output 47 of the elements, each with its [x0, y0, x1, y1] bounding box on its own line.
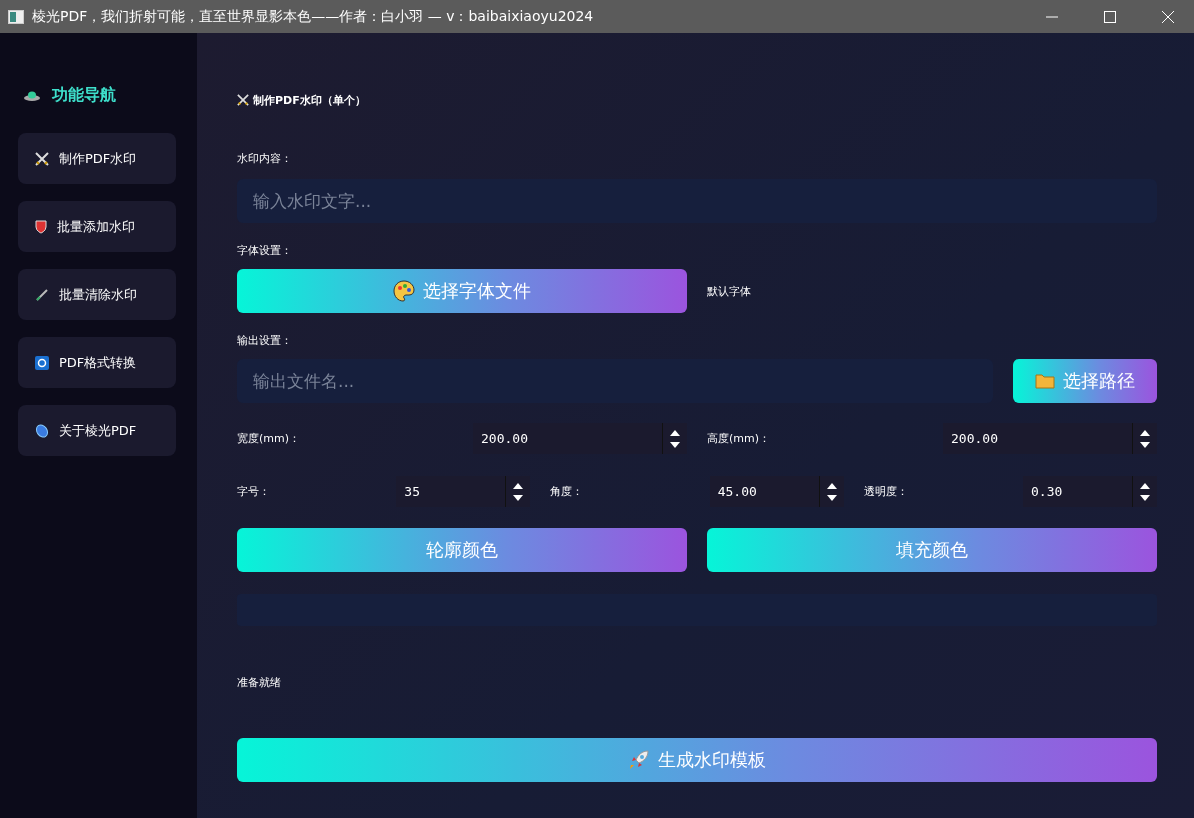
- nav-button[interactable]: 批量清除水印: [18, 269, 176, 320]
- palette-icon: [393, 280, 415, 302]
- choose-path-button[interactable]: 选择路径: [1013, 359, 1157, 403]
- wand-icon: [35, 287, 49, 302]
- spin-label: 角度：: [550, 484, 584, 499]
- folder-icon: [1035, 373, 1055, 389]
- down-arrow-icon[interactable]: [670, 441, 680, 448]
- field-label: 水印内容：: [237, 151, 293, 167]
- shield-icon: [35, 219, 47, 234]
- up-arrow-icon[interactable]: [513, 482, 524, 489]
- number-spinbox[interactable]: 200.00: [943, 423, 1157, 454]
- ufo-icon: [24, 89, 40, 102]
- crossed-swords-icon: [35, 151, 49, 166]
- close-icon[interactable]: [1162, 10, 1174, 23]
- down-arrow-icon[interactable]: [1140, 494, 1150, 501]
- rocket-icon: [628, 749, 650, 771]
- number-spinbox[interactable]: 200.00: [473, 423, 687, 454]
- status-text: 准备就绪: [237, 675, 282, 690]
- window-title: 棱光PDF，我们折射可能，直至世界显影本色——作者：白小羽 — v：baibaixiaoyu2024: [32, 7, 594, 26]
- sidebar-heading: 功能导航: [52, 85, 116, 106]
- down-arrow-icon[interactable]: [513, 494, 524, 501]
- down-arrow-icon[interactable]: [826, 494, 837, 501]
- crossed-swords-icon: [237, 94, 249, 106]
- app-icon: [8, 9, 24, 24]
- output-filename-field[interactable]: 输出文件名...: [237, 359, 993, 403]
- spin-label: 字号：: [237, 484, 270, 499]
- up-arrow-icon[interactable]: [826, 482, 837, 489]
- number-spinbox[interactable]: 45.00: [709, 476, 844, 507]
- maximize-icon[interactable]: [1104, 10, 1116, 23]
- up-arrow-icon[interactable]: [1140, 482, 1150, 489]
- nav-button[interactable]: PDF格式转换: [18, 337, 176, 388]
- spin-label: 高度(mm)：: [707, 431, 770, 446]
- up-arrow-icon[interactable]: [1140, 429, 1150, 436]
- spin-label: 宽度(mm)：: [237, 431, 300, 446]
- watermark-text-field[interactable]: 输入水印文字...: [237, 179, 1157, 223]
- section-title: 制作PDF水印（单个）: [253, 92, 366, 108]
- nav-button[interactable]: 制作PDF水印: [18, 133, 176, 184]
- up-arrow-icon[interactable]: [670, 429, 680, 436]
- font-status-text: 默认字体: [707, 283, 751, 299]
- number-spinbox[interactable]: 0.30: [1023, 476, 1157, 507]
- field-label: 字体设置：: [237, 243, 293, 259]
- down-arrow-icon[interactable]: [1140, 441, 1150, 448]
- nav-button[interactable]: 批量添加水印: [18, 201, 176, 252]
- spin-label: 透明度：: [863, 484, 908, 499]
- field-label: 输出设置：: [237, 333, 293, 349]
- nav-button[interactable]: 关于棱光PDF: [18, 405, 176, 456]
- number-spinbox[interactable]: 35: [396, 476, 531, 507]
